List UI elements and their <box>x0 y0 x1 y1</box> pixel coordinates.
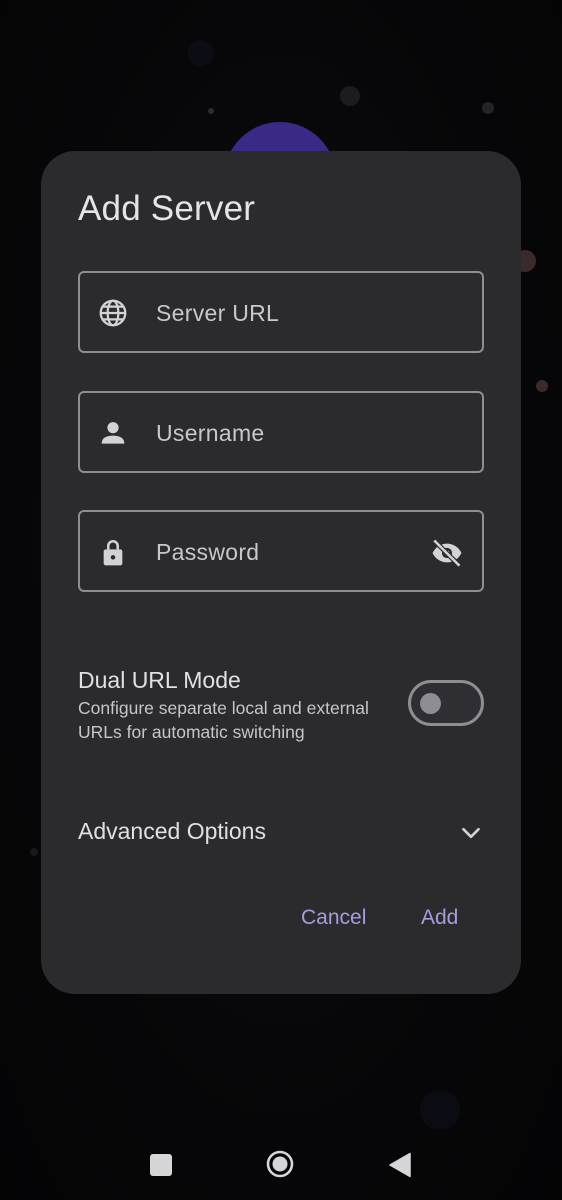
background-dot <box>536 380 548 392</box>
username-field[interactable]: Username <box>78 391 484 473</box>
add-button[interactable]: Add <box>421 906 458 930</box>
chevron-down-icon <box>458 820 484 846</box>
home-circle-icon[interactable] <box>266 1150 294 1178</box>
server-url-placeholder: Server URL <box>156 300 280 326</box>
screen: Add Server Server URL Username Password … <box>0 0 562 1200</box>
recents-square-icon[interactable] <box>150 1154 172 1176</box>
background-dot <box>420 1090 460 1130</box>
dual-url-mode-title: Dual URL Mode <box>78 667 241 693</box>
visibility-off-icon[interactable] <box>430 536 464 570</box>
background-dot <box>482 102 494 114</box>
advanced-options-row[interactable]: Advanced Options <box>78 806 484 856</box>
system-navigation-bar <box>0 1130 562 1200</box>
person-icon <box>97 417 129 449</box>
lock-icon <box>97 536 129 568</box>
add-server-dialog: Add Server Server URL Username Password … <box>41 151 521 994</box>
dual-url-mode-description: Configure separate local and external UR… <box>78 698 369 742</box>
background-dot <box>340 86 360 106</box>
server-url-field[interactable]: Server URL <box>78 271 484 353</box>
back-triangle-icon[interactable] <box>388 1152 412 1178</box>
password-placeholder: Password <box>156 539 260 565</box>
background-dot <box>208 108 214 114</box>
username-placeholder: Username <box>156 420 265 446</box>
background-dot <box>188 40 214 66</box>
dialog-title: Add Server <box>78 189 256 228</box>
advanced-options-label: Advanced Options <box>78 818 266 844</box>
toggle-knob <box>420 693 441 714</box>
dual-url-mode-toggle[interactable] <box>408 680 484 726</box>
globe-icon <box>97 297 129 329</box>
background-dot <box>30 848 38 856</box>
password-field[interactable]: Password <box>78 510 484 592</box>
cancel-button[interactable]: Cancel <box>301 906 366 930</box>
